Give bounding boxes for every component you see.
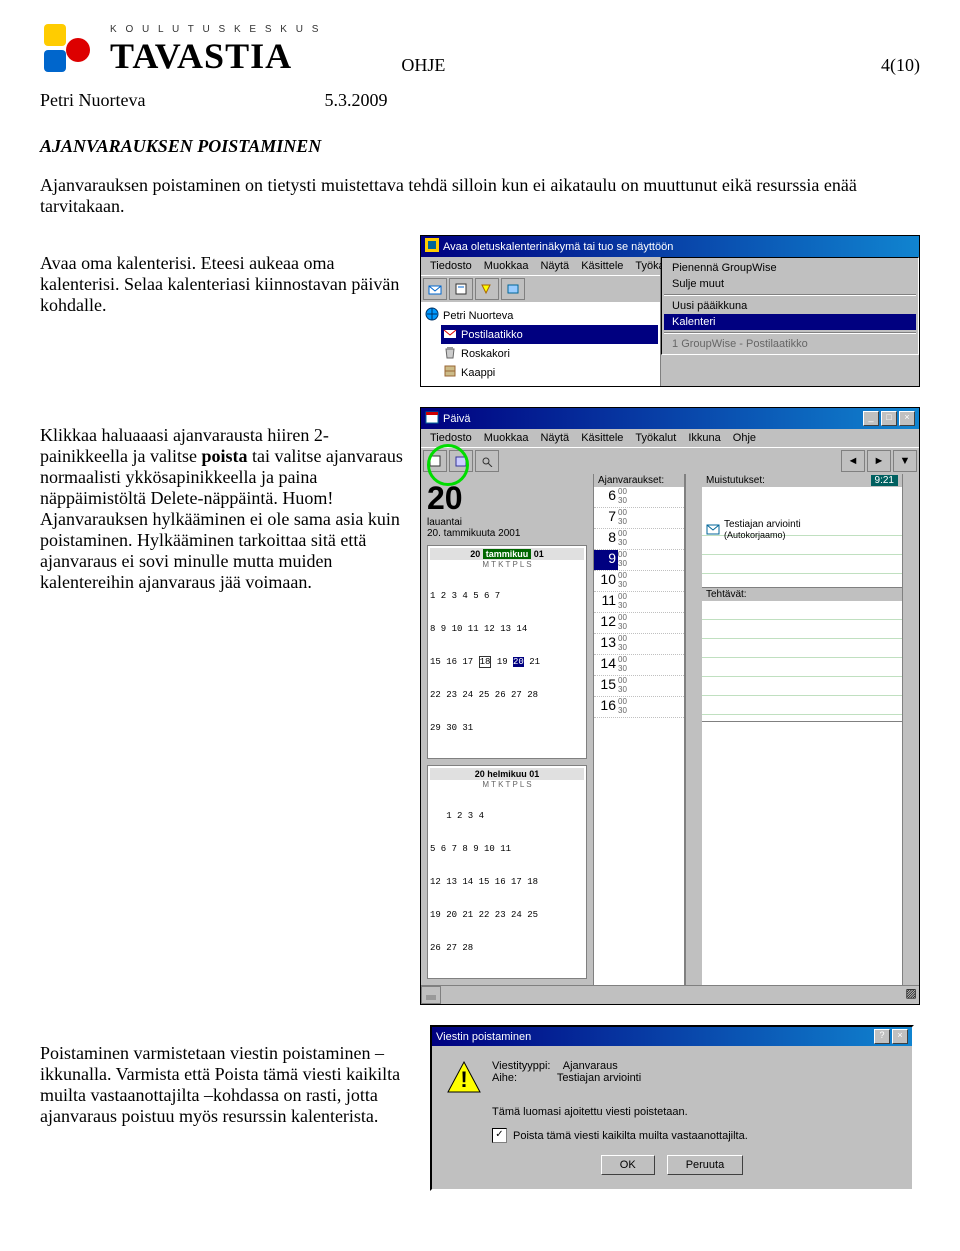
delete-message-dialog: Viestin poistaminen ? × ! Viestityyppi: … <box>430 1025 914 1191</box>
subject-value: Testiajan arviointi <box>557 1072 641 1084</box>
statusbar-btn[interactable] <box>421 986 441 1004</box>
globe-icon <box>425 307 439 324</box>
app-icon <box>425 238 439 255</box>
menubar[interactable]: Tiedosto Muokkaa Näytä Käsittele Työkalu… <box>421 429 919 447</box>
close-button[interactable]: × <box>899 411 915 426</box>
paragraph-intro: Ajanvarauksen poistaminen on tietysti mu… <box>40 175 920 217</box>
minimize-button[interactable]: _ <box>863 411 879 426</box>
type-label: Viestityyppi: <box>492 1060 551 1072</box>
paragraph-delete: Klikkaa haluaaasi ajanvarausta hiiren 2-… <box>40 425 405 593</box>
svg-text:!: ! <box>460 1067 467 1092</box>
doc-date: 5.3.2009 <box>324 90 387 110</box>
dialog-message: Tämä luomasi ajoitettu viesti poistetaan… <box>492 1106 898 1118</box>
warning-icon: ! <box>446 1060 482 1096</box>
maximize-button[interactable]: □ <box>881 411 897 426</box>
menu-calendar[interactable]: Kalenteri <box>664 314 916 330</box>
help-button[interactable]: ? <box>874 1029 890 1044</box>
logo-title: TAVASTIA <box>110 35 321 77</box>
hour-column[interactable]: Ajanvaraukset: 6003070030800309003010003… <box>593 474 685 985</box>
reminders-header: Muistutukset: <box>706 475 765 486</box>
doc-meta: Petri Nuorteva 5.3.2009 <box>40 90 920 111</box>
day-name: lauantai <box>427 517 587 528</box>
appointment-icon <box>706 523 720 538</box>
tool-find[interactable] <box>475 450 499 472</box>
tree-mailbox[interactable]: Postilaatikko <box>461 329 523 341</box>
tree-user[interactable]: Petri Nuorteva <box>443 310 513 322</box>
tasks-header: Tehtävät: <box>706 589 747 600</box>
window-menu-dropdown[interactable]: Pienennä GroupWise Sulje muut Uusi pääik… <box>661 257 919 355</box>
appointments-header: Ajanvaraukset: <box>594 474 684 487</box>
page-number: 4(10) <box>881 55 920 76</box>
cancel-button[interactable]: Peruuta <box>667 1155 744 1175</box>
window-title: Avaa oletuskalenterinäkymä tai tuo se nä… <box>443 241 673 253</box>
toolbar-btn[interactable] <box>449 278 473 300</box>
cabinet-icon <box>443 364 457 381</box>
menu-minimize[interactable]: Pienennä GroupWise <box>664 260 916 276</box>
author: Petri Nuorteva <box>40 90 145 110</box>
checkbox-remove-all[interactable]: ✓ <box>492 1128 507 1143</box>
type-value: Ajanvaraus <box>563 1060 618 1072</box>
scrollbar[interactable] <box>685 474 702 985</box>
menu-gw-mailbox[interactable]: 1 GroupWise - Postilaatikko <box>664 336 916 352</box>
tool-nav[interactable]: ◄ <box>841 450 865 472</box>
highlight-circle <box>427 444 469 486</box>
toolbar[interactable] <box>421 275 660 302</box>
folder-tree[interactable]: Petri Nuorteva Postilaatikko Roskakori <box>421 302 660 386</box>
mailbox-icon <box>443 326 457 343</box>
toolbar-btn[interactable] <box>423 278 447 300</box>
trash-icon <box>443 345 457 362</box>
menu-new-main[interactable]: Uusi pääikkuna <box>664 298 916 314</box>
paragraph-confirm: Poistaminen varmistetaan viestin poistam… <box>40 1043 415 1127</box>
subject-label: Aihe: <box>492 1072 517 1084</box>
menubar[interactable]: Tiedosto Muokkaa Näytä Käsittele Työkalu… <box>421 257 660 275</box>
time-badge: 9:21 <box>871 475 898 486</box>
checkbox-label: Poista tämä viesti kaikilta muilta vasta… <box>513 1130 748 1142</box>
logo: K O U L U T U S K E S K U S TAVASTIA <box>40 20 321 80</box>
tool-nav[interactable]: ▼ <box>893 450 917 472</box>
dialog-title: Viestin poistaminen <box>436 1031 531 1043</box>
menu-close-others[interactable]: Sulje muut <box>664 276 916 292</box>
paragraph-open-calendar: Avaa oma kalenterisi. Eteesi aukeaa oma … <box>40 253 405 316</box>
day-view-window: Päivä _ □ × Tiedosto Muokkaa Näytä Käsit… <box>420 407 920 1005</box>
tool-nav[interactable]: ► <box>867 450 891 472</box>
toolbar-btn[interactable] <box>475 278 499 300</box>
logo-subtitle: K O U L U T U S K E S K U S <box>110 24 321 35</box>
tree-trash[interactable]: Roskakori <box>461 348 510 360</box>
page-header: K O U L U T U S K E S K U S TAVASTIA OHJ… <box>40 20 920 80</box>
calendar-icon <box>425 410 439 427</box>
appointment-item[interactable]: Testiajan arviointi(Autokorjaamo) <box>702 517 902 543</box>
mini-calendar-jan[interactable]: 20 tammikuu 01 M T K T P L S 1 2 3 4 5 6… <box>427 545 587 759</box>
window-title: Päivä <box>443 413 471 425</box>
doc-type: OHJE <box>401 55 445 76</box>
section-title: AJANVARAUKSEN POISTAMINEN <box>40 136 920 157</box>
groupwise-window: Avaa oletuskalenterinäkymä tai tuo se nä… <box>420 235 920 387</box>
tree-cabinet[interactable]: Kaappi <box>461 367 495 379</box>
ok-button[interactable]: OK <box>601 1155 655 1175</box>
close-button[interactable]: × <box>892 1029 908 1044</box>
scrollbar[interactable] <box>902 474 919 985</box>
mini-calendar-feb[interactable]: 20 helmikuu 01 M T K T P L S 1 2 3 4 5 6… <box>427 765 587 979</box>
day-date: 20. tammikuuta 2001 <box>427 528 587 539</box>
toolbar-btn[interactable] <box>501 278 525 300</box>
